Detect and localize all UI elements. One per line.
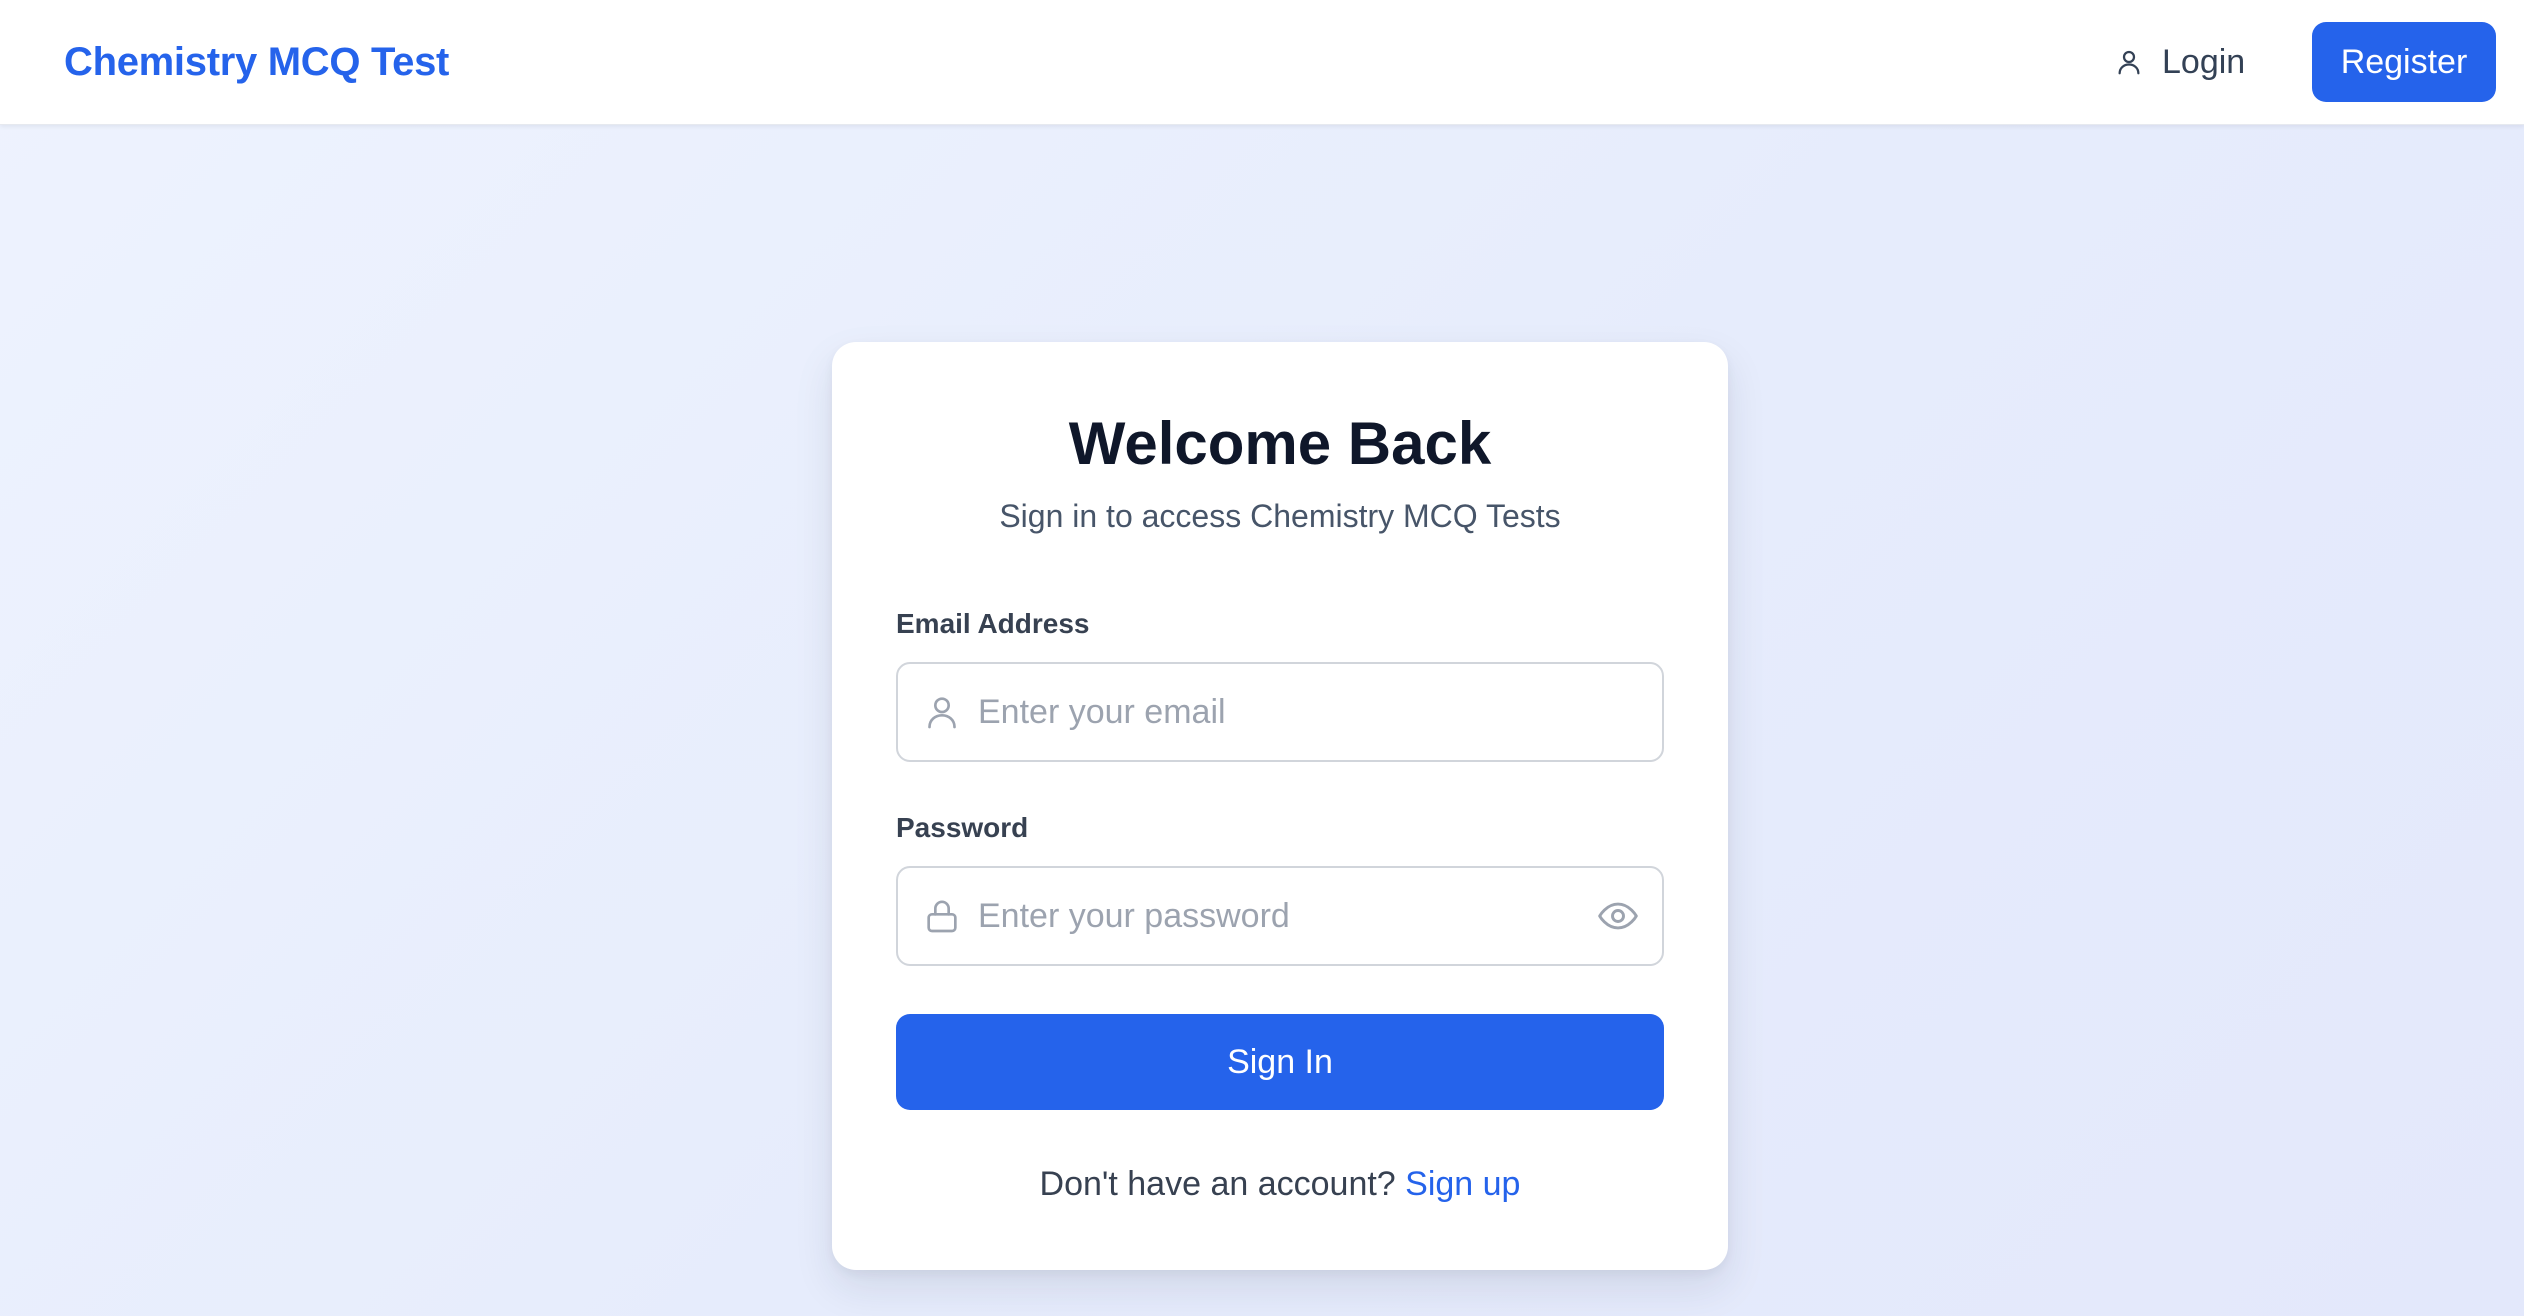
signup-row: Don't have an account? Sign up [832, 1160, 1728, 1208]
page-subtitle: Sign in to access Chemistry MCQ Tests [999, 498, 1561, 534]
brand-logo-text[interactable]: Chemistry MCQ Test [64, 34, 449, 90]
page-title: Welcome Back [1068, 410, 1492, 477]
password-input[interactable] [978, 868, 1558, 964]
register-nav-button[interactable]: Register [2312, 22, 2496, 102]
signup-prompt: Don't have an account? [1039, 1165, 1406, 1203]
password-label: Password [896, 812, 1029, 843]
email-label: Email Address [896, 608, 1090, 639]
login-card: Welcome Back Sign in to access Chemistry… [832, 342, 1728, 1270]
eye-icon[interactable] [1596, 894, 1640, 938]
top-navbar: Chemistry MCQ Test Login Register [0, 0, 2524, 125]
lock-icon [922, 896, 962, 936]
email-input[interactable] [978, 664, 1638, 760]
email-field-wrapper [896, 662, 1664, 762]
signup-link[interactable]: Sign up [1405, 1165, 1520, 1203]
user-icon [922, 692, 962, 732]
login-nav-button[interactable]: Login [2114, 30, 2245, 94]
user-icon [2114, 47, 2144, 77]
login-nav-label: Login [2162, 42, 2246, 81]
password-field-wrapper [896, 866, 1664, 966]
sign-in-button[interactable]: Sign In [896, 1014, 1664, 1110]
